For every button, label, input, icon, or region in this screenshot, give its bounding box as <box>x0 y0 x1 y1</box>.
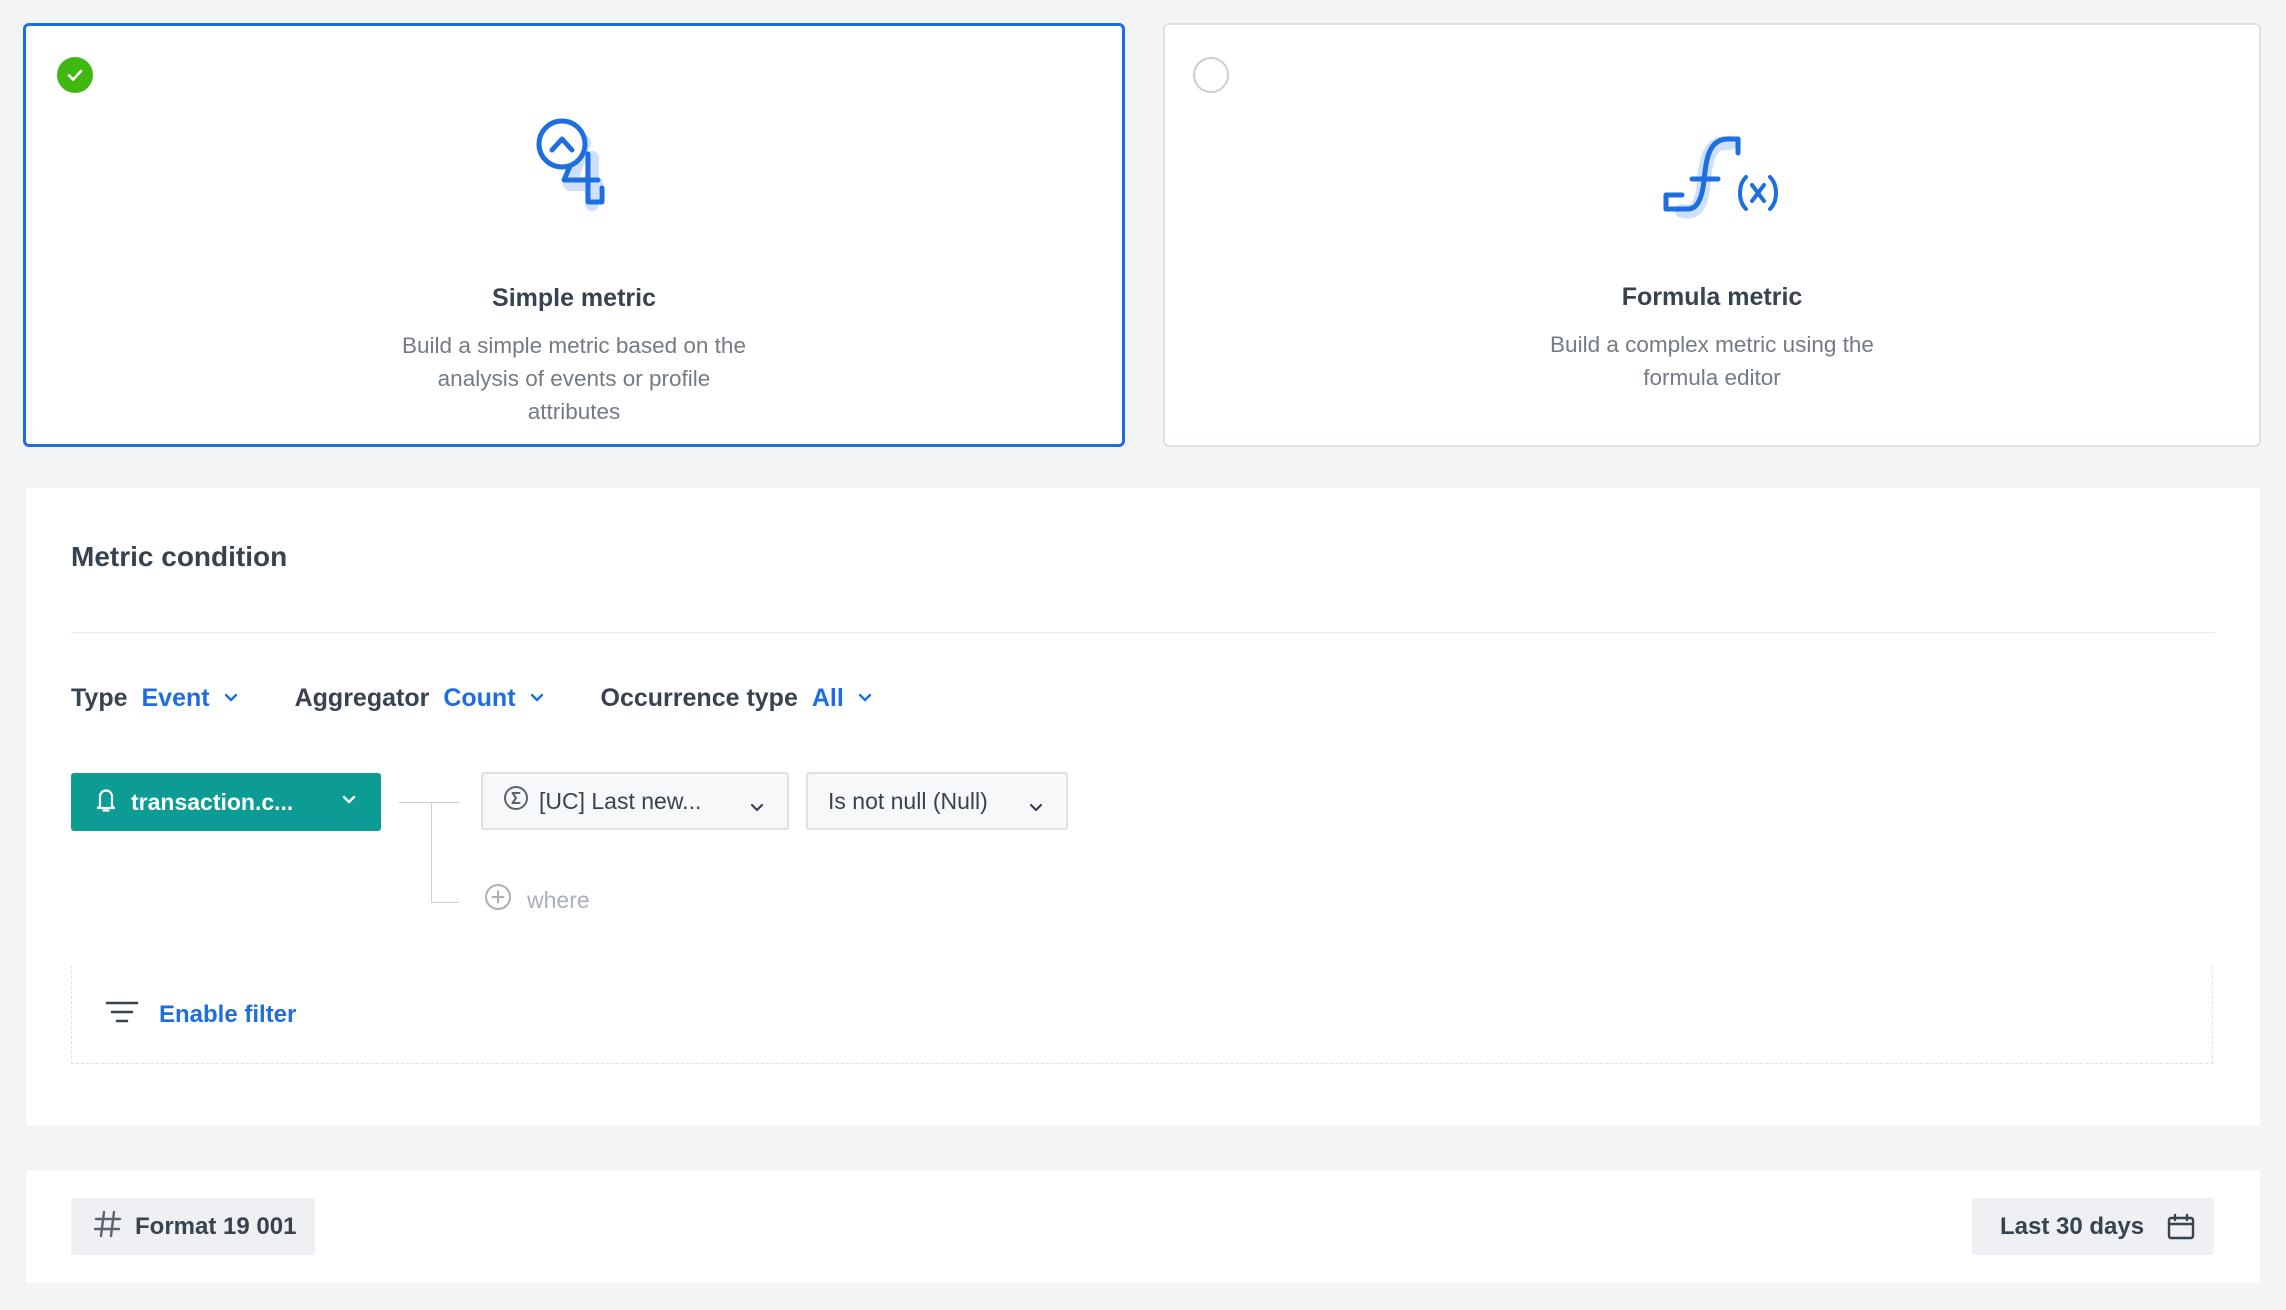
connector-line <box>431 902 459 903</box>
date-range-button[interactable]: Last 30 days <box>1972 1198 2214 1255</box>
operator-dropdown[interactable]: Is not null (Null) <box>806 772 1068 830</box>
enable-filter-button[interactable]: Enable filter <box>105 1000 296 1029</box>
enable-filter-label: Enable filter <box>159 1000 297 1028</box>
formula-icon <box>1663 135 1778 219</box>
date-range-label: Last 30 days <box>2000 1212 2145 1240</box>
panel-title: Metric condition <box>71 541 288 572</box>
parameter-dropdown[interactable]: [UC] Last new... <box>481 772 789 830</box>
selector-row: Type Event Aggregator Count Occurrence t… <box>71 678 929 718</box>
simple-metric-description: Build a simple metric based on the analy… <box>402 333 746 424</box>
aggregator-selector: Aggregator Count <box>295 684 544 713</box>
radio-unchecked-icon[interactable] <box>1193 57 1229 93</box>
chevron-down-icon <box>530 693 544 703</box>
format-button[interactable]: Format 19 001 <box>71 1198 315 1255</box>
chevron-down-icon <box>858 693 872 703</box>
chevron-down-icon <box>749 793 765 820</box>
calendar-icon <box>2166 1212 2196 1247</box>
metric-editor: Simple metric Build a simple metric base… <box>0 0 2286 1310</box>
operator-label: Is not null (Null) <box>828 787 988 814</box>
connector-line <box>399 802 459 803</box>
event-label: transaction.c... <box>131 788 294 815</box>
chevron-down-icon <box>224 693 238 703</box>
type-label: Type <box>71 683 128 712</box>
aggregator-value: Count <box>443 683 516 712</box>
simple-metric-title: Simple metric <box>492 284 656 312</box>
divider <box>71 632 2215 633</box>
where-label: where <box>527 886 590 913</box>
parameter-label: [UC] Last new... <box>539 787 702 814</box>
simple-metric-card[interactable]: Simple metric Build a simple metric base… <box>23 23 1125 447</box>
check-icon <box>57 57 93 93</box>
hash-icon <box>93 1209 123 1244</box>
type-value: Event <box>141 683 210 712</box>
metric-condition-panel: Metric condition Type Event Aggregator C… <box>26 488 2260 1126</box>
occurrence-value: All <box>811 683 844 712</box>
simple-metric-icon <box>536 118 605 211</box>
footer-bar: Format 19 001 Last 30 days <box>26 1170 2260 1283</box>
event-select-button[interactable]: transaction.c... <box>71 773 381 831</box>
filter-icon <box>105 1000 139 1029</box>
bell-icon <box>95 787 117 818</box>
formula-metric-title: Formula metric <box>1621 283 1803 311</box>
occurrence-selector: Occurrence type All <box>601 684 872 713</box>
formula-metric-description: Build a complex metric using the formula… <box>1550 332 1874 390</box>
format-label: Format 19 001 <box>135 1212 297 1240</box>
connector-line <box>431 802 432 903</box>
plus-circle-icon <box>484 883 512 917</box>
type-selector: Type Event <box>71 684 238 713</box>
aggregator-label: Aggregator <box>294 683 430 712</box>
sigma-icon <box>503 785 529 817</box>
type-dropdown[interactable]: Event <box>142 684 238 713</box>
chevron-down-icon <box>1028 793 1044 820</box>
occurrence-dropdown[interactable]: All <box>812 684 872 713</box>
add-where-button[interactable]: where <box>484 883 590 917</box>
occurrence-label: Occurrence type <box>600 683 798 712</box>
chevron-down-icon <box>341 793 357 811</box>
aggregator-dropdown[interactable]: Count <box>443 684 543 713</box>
formula-metric-card[interactable]: Formula metric Build a complex metric us… <box>1163 23 2261 447</box>
filter-area: Enable filter <box>71 966 2213 1064</box>
